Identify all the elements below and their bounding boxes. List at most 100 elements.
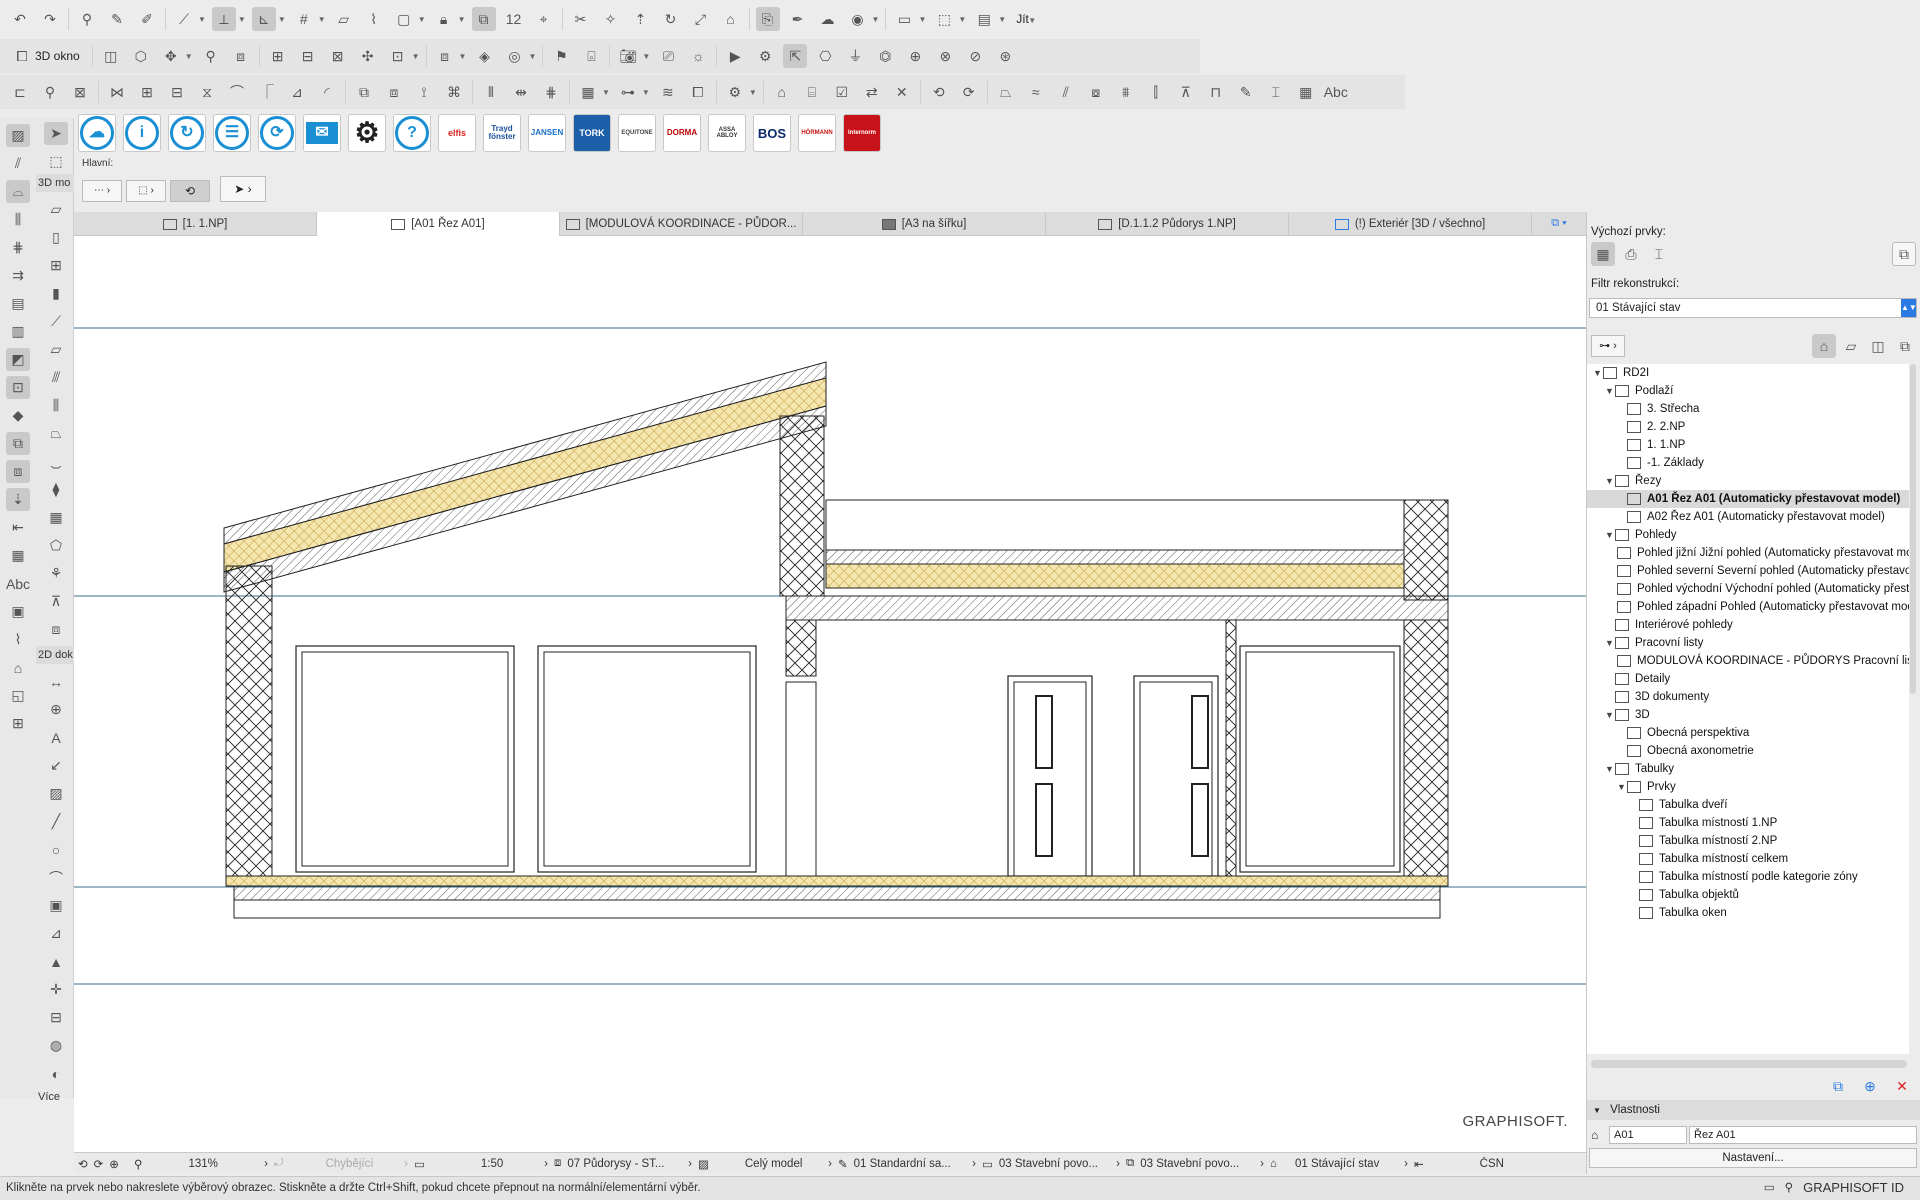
wave-icon[interactable]: ≈ [1024, 80, 1048, 104]
tab-worksheet[interactable]: [MODULOVÁ KOORDINACE - PŮDOR... [560, 212, 803, 236]
dimension-icon[interactable]: ↔ [44, 670, 68, 693]
level-dimension-icon[interactable]: ⊕ [44, 698, 68, 721]
fill-icon[interactable]: ▨ [44, 782, 68, 805]
chevron-down-icon[interactable]: ▼ [458, 15, 466, 24]
disclosure-expanded-icon[interactable]: ▼ [1617, 782, 1627, 792]
drawing-icon[interactable]: ⊿ [44, 922, 68, 945]
layer-icon[interactable]: ▦ [576, 80, 600, 104]
grid-icon[interactable]: ⋕ [539, 80, 563, 104]
cube-icon[interactable]: ⬡ [129, 44, 153, 68]
roof-icon[interactable]: ⏢ [44, 422, 68, 445]
lamp-icon[interactable]: ⊼ [1174, 80, 1198, 104]
camera-icon[interactable]: 📷︎ [616, 44, 640, 68]
disclosure-expanded-icon[interactable]: ▼ [1593, 368, 1603, 378]
chevron-down-icon[interactable]: ▼ [198, 15, 206, 24]
info-button[interactable]: i [123, 114, 161, 152]
label-icon[interactable]: ↙ [44, 754, 68, 777]
chevron-down-icon[interactable]: ▼ [459, 52, 467, 61]
circle-icon[interactable]: ○ [44, 838, 68, 861]
box-icon[interactable]: ◫ [99, 44, 123, 68]
redo-icon[interactable]: ↷ [38, 7, 62, 31]
roof-tool-icon[interactable]: ⏢ [994, 80, 1018, 104]
tree-item[interactable]: Tabulka místností 1.NP [1587, 814, 1909, 832]
lamp-icon[interactable]: ⊼ [44, 590, 68, 613]
brand-equitone[interactable]: EQUITONE [618, 114, 656, 152]
slab-icon[interactable]: ▱ [44, 338, 68, 361]
stretch-icon[interactable]: ⤢ [689, 7, 713, 31]
pointer-lock-icon[interactable]: ⌇ [362, 7, 386, 31]
tree-item[interactable]: ▼ RD2I [1587, 364, 1909, 382]
brand-internorm[interactable]: Internorm [843, 114, 881, 152]
globe-icon[interactable]: ◍ [44, 1034, 68, 1057]
tree-item[interactable]: Tabulka místností 2.NP [1587, 832, 1909, 850]
gear-button[interactable]: ⚙ [348, 114, 386, 152]
tree-item[interactable]: Pohled východní Východní pohled (Automat… [1587, 580, 1909, 598]
chevron-down-icon[interactable]: ▼ [872, 15, 880, 24]
brand-tork[interactable]: TORK [573, 114, 611, 152]
transfer-icon[interactable]: ⇄ [860, 80, 884, 104]
chevron-down-icon[interactable]: ▼ [602, 88, 610, 97]
tree-item[interactable]: Pohled severní Severní pohled (Automatic… [1587, 562, 1909, 580]
graphisoft-id-label[interactable]: GRAPHISOFT ID [1803, 1177, 1904, 1199]
window-tool-icon[interactable]: ◱ [6, 684, 30, 707]
tree-item[interactable]: ▼ Řezy [1587, 472, 1909, 490]
cloud-sync-button[interactable]: ☁ [78, 114, 116, 152]
tab-overflow-button[interactable]: ⧉ ▾ [1532, 212, 1586, 235]
roof-icon[interactable]: ◩ [6, 348, 30, 371]
disclosure-expanded-icon[interactable]: ▼ [1605, 476, 1615, 486]
remove-icon[interactable]: ✕ [890, 80, 914, 104]
dimension-standard-control[interactable]: ⧉ 03 Stavební povo... › [1126, 1157, 1270, 1170]
resize-icon[interactable]: ⊿ [285, 80, 309, 104]
tree-horizontal-scrollbar[interactable] [1591, 1060, 1907, 1068]
cubes-icon[interactable]: ⧈ [229, 44, 253, 68]
tree-item[interactable]: 3D dokumenty [1587, 688, 1909, 706]
line-icon[interactable]: ╱ [44, 810, 68, 833]
tree-item[interactable]: 1. 1.NP [1587, 436, 1909, 454]
chevron-down-icon[interactable]: ▼ [958, 15, 966, 24]
chevron-down-icon[interactable]: ▼ [749, 88, 757, 97]
tool-e-icon[interactable]: ⊗ [933, 44, 957, 68]
split-icon[interactable]: ⋈ [105, 80, 129, 104]
explode-icon[interactable]: ✣ [356, 44, 380, 68]
hatch-a-icon[interactable]: ▤ [6, 292, 30, 315]
element-icon[interactable]: ⊡ [386, 44, 410, 68]
suspend-icon[interactable]: ⟟ [412, 80, 436, 104]
cloud-icon[interactable]: ☁ [816, 7, 840, 31]
offset-icon[interactable]: ⎾ [255, 80, 279, 104]
geometry-method-button[interactable]: ⋯ › [82, 180, 122, 202]
table-view-icon[interactable]: ▦ [1591, 242, 1615, 266]
solid-op-icon[interactable]: ⊞ [266, 44, 290, 68]
tool-a-icon[interactable]: ⎔ [813, 44, 837, 68]
eyedropper-icon[interactable]: ✎ [105, 7, 129, 31]
chevron-down-icon[interactable]: ▼ [642, 88, 650, 97]
missing-control[interactable]: ⤾ Chybějící › [274, 1157, 414, 1170]
hatch-b-icon[interactable]: ▥ [6, 320, 30, 343]
wall-tool-icon[interactable]: ▨ [6, 124, 30, 147]
settings-button[interactable]: Nastavení... [1589, 1148, 1917, 1168]
tool-g-icon[interactable]: ⊛ [993, 44, 1017, 68]
brand-dorma[interactable]: DORMA [663, 114, 701, 152]
cursor-icon[interactable]: ⇱ [783, 44, 808, 68]
railing-icon[interactable]: ⫼ [44, 394, 68, 417]
spline-icon[interactable]: ⌒ [44, 866, 68, 889]
morph-icon[interactable]: ⇉ [6, 264, 30, 287]
orbit-icon[interactable]: ✥ [159, 44, 183, 68]
cloud-refresh-button[interactable]: ⟳ [258, 114, 296, 152]
change-icon[interactable]: ⊟ [44, 1006, 68, 1029]
beam-icon[interactable]: ⟋ [44, 310, 68, 333]
scissors-icon[interactable]: ✂ [569, 7, 593, 31]
trim-icon[interactable]: ⊠ [68, 80, 92, 104]
hotspot-icon[interactable]: ▲ [44, 950, 68, 973]
column-icon[interactable]: ⫿ [1144, 80, 1168, 104]
tree-item[interactable]: Pohled západní Pohled (Automaticky přest… [1587, 598, 1909, 616]
door-icon[interactable]: ▯ [44, 226, 68, 249]
disclosure-expanded-icon[interactable]: ▼ [1605, 638, 1615, 648]
scale-control[interactable]: ▭ 1:50 › [414, 1157, 554, 1171]
toolbox-section-2d[interactable]: 2D dok [36, 646, 74, 664]
sun-icon[interactable]: ☼ [686, 44, 710, 68]
curtain-wall-icon[interactable]: ▦ [44, 506, 68, 529]
reconstruction-filter-select[interactable]: 01 Stávající stav ▲▼ [1589, 298, 1917, 318]
walk-icon[interactable]: ⚲ [199, 44, 223, 68]
arrow-tool-icon[interactable]: ➤ [44, 122, 68, 145]
brand-jansen[interactable]: JANSEN [528, 114, 566, 152]
